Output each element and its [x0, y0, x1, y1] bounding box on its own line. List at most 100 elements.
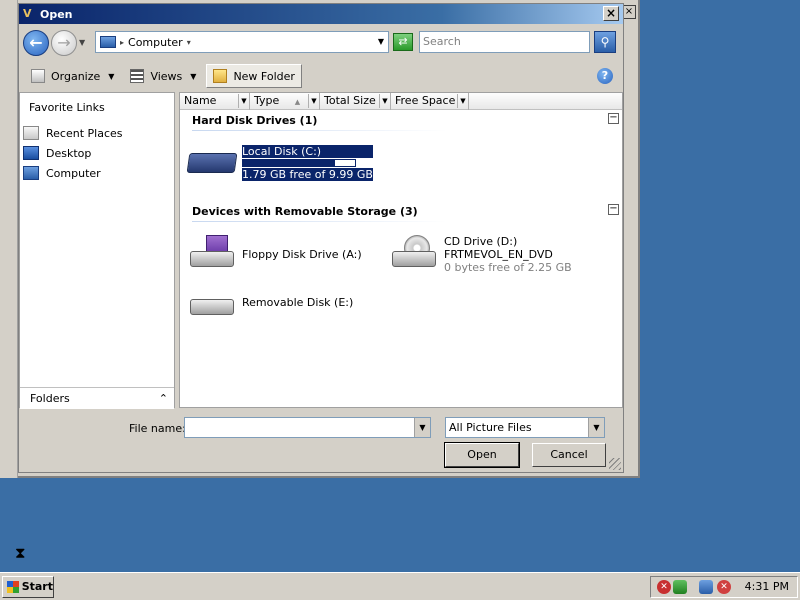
column-header-type[interactable]: Type ▲ ▼ — [250, 93, 320, 110]
folders-toggle[interactable]: Folders ⌃ — [20, 387, 174, 409]
recent-locations-dropdown-icon[interactable]: ▼ — [79, 38, 85, 47]
favorite-link-label: Computer — [46, 166, 101, 180]
drive-details: Local Disk (C:) 1.79 GB free of 9.99 GB — [242, 145, 373, 181]
taskbar: Start ✕ ✕ 4:31 PM — [0, 572, 800, 600]
dialog-title: Open — [40, 7, 73, 21]
column-headers: Name ▼ Type ▲ ▼ Total Size ▼ Free Space … — [180, 93, 622, 110]
chevron-down-icon[interactable]: ▼ — [379, 94, 390, 108]
collapse-icon[interactable]: − — [608, 113, 619, 124]
column-header-free-space[interactable]: Free Space ▼ — [391, 93, 469, 110]
favorite-link-label: Recent Places — [46, 126, 123, 140]
cd-drive-icon — [390, 235, 438, 269]
folder-icon — [213, 69, 228, 83]
floppy-drive-icon — [188, 235, 236, 269]
breadcrumb-dropdown-icon[interactable]: ▾ — [187, 38, 191, 47]
computer-icon — [23, 166, 39, 180]
dialog-titlebar[interactable]: V Open × — [19, 4, 623, 24]
favorite-link-desktop[interactable]: Desktop — [23, 144, 91, 162]
chevron-down-icon: ▼ — [190, 71, 197, 81]
search-icon[interactable]: ⚲ — [594, 31, 616, 53]
address-dropdown-icon[interactable]: ▼ — [378, 37, 384, 46]
drive-name: Local Disk (C:) — [242, 145, 373, 158]
network-icon[interactable] — [699, 580, 713, 594]
resize-grip-icon[interactable] — [609, 458, 621, 470]
group-header-hard-disks[interactable]: Hard Disk Drives (1) — [192, 114, 317, 127]
help-icon[interactable]: ? — [597, 68, 613, 84]
start-button[interactable]: Start — [2, 576, 54, 598]
removable-disk-icon — [188, 289, 236, 323]
address-bar[interactable]: ▸ Computer ▾ ▼ — [95, 31, 389, 53]
views-icon — [130, 69, 145, 83]
favorite-link-computer[interactable]: Computer — [23, 164, 101, 182]
favorite-link-label: Desktop — [46, 146, 92, 160]
new-folder-button[interactable]: New Folder — [206, 64, 302, 88]
views-label: Views — [150, 69, 183, 83]
hard-disk-icon — [186, 145, 238, 179]
breadcrumb-separator-icon[interactable]: ▸ — [120, 38, 124, 47]
background-window-close-button[interactable]: × — [622, 5, 636, 19]
open-button[interactable]: Open — [444, 442, 520, 468]
drive-removable-e[interactable]: Removable Disk (E:) — [188, 289, 353, 323]
folders-label: Folders — [30, 392, 70, 405]
open-dialog: V Open × ← → ▼ ▸ Computer ▾ ▼ ⇄ Search ⚲… — [18, 3, 624, 473]
hourglass-cursor-icon: ⧗ — [15, 544, 26, 562]
drive-volume-label: FRTMEVOL_EN_DVD — [444, 248, 553, 261]
column-header-label: Type — [254, 94, 280, 107]
new-folder-label: New Folder — [233, 69, 295, 83]
drive-name: CD Drive (D:) — [444, 235, 518, 248]
chevron-down-icon[interactable]: ▼ — [457, 94, 468, 108]
file-list: Name ▼ Type ▲ ▼ Total Size ▼ Free Space … — [179, 92, 623, 408]
close-button[interactable]: × — [603, 6, 619, 21]
drive-local-disk-c[interactable]: Local Disk (C:) 1.79 GB free of 9.99 GB — [186, 145, 373, 181]
drive-floppy-a[interactable]: Floppy Disk Drive (A:) — [188, 235, 362, 269]
file-type-select[interactable]: All Picture Files ▼ — [445, 417, 605, 438]
organize-button[interactable]: Organize ▼ — [25, 64, 120, 88]
drive-name: Removable Disk (E:) — [242, 296, 354, 309]
column-header-label: Free Space — [395, 94, 456, 107]
drive-capacity-bar — [242, 159, 356, 167]
clock[interactable]: 4:31 PM — [745, 580, 789, 593]
drive-name: Floppy Disk Drive (A:) — [242, 248, 362, 261]
chevron-down-icon[interactable]: ▼ — [308, 94, 319, 108]
security-alert-icon[interactable]: ✕ — [657, 580, 671, 594]
chevron-down-icon[interactable]: ▼ — [238, 94, 249, 108]
column-header-name[interactable]: Name ▼ — [180, 93, 250, 110]
drive-details: CD Drive (D:) FRTMEVOL_EN_DVD 0 bytes fr… — [444, 235, 572, 274]
chevron-down-icon[interactable]: ▼ — [588, 418, 604, 437]
collapse-icon[interactable]: − — [608, 204, 619, 215]
group-divider — [192, 221, 447, 222]
file-name-label: File name: — [129, 422, 186, 435]
system-tray: ✕ ✕ 4:31 PM — [650, 576, 798, 598]
favorite-link-recent-places[interactable]: Recent Places — [23, 124, 123, 142]
chevron-up-icon: ⌃ — [158, 392, 168, 405]
column-header-label: Name — [184, 94, 217, 107]
recent-places-icon — [23, 126, 39, 140]
address-text[interactable]: Computer — [128, 36, 183, 49]
app-icon: V — [23, 7, 32, 20]
forward-button[interactable]: → — [51, 30, 77, 56]
drive-cd-d[interactable]: CD Drive (D:) FRTMEVOL_EN_DVD 0 bytes fr… — [390, 235, 572, 274]
toolbar: Organize ▼ Views ▼ New Folder ? — [19, 62, 623, 90]
favorite-links-heading: Favorite Links — [29, 101, 105, 114]
file-name-input[interactable]: ▼ — [184, 417, 431, 438]
group-header-removable-storage[interactable]: Devices with Removable Storage (3) — [192, 205, 418, 218]
chevron-down-icon[interactable]: ▼ — [414, 418, 430, 437]
drive-free-space: 0 bytes free of 2.25 GB — [444, 261, 572, 274]
back-button[interactable]: ← — [23, 30, 49, 56]
desktop-icon — [23, 146, 39, 160]
column-header-total-size[interactable]: Total Size ▼ — [320, 93, 391, 110]
windows-logo-icon — [7, 581, 19, 593]
update-icon[interactable] — [673, 580, 687, 594]
chevron-down-icon: ▼ — [108, 71, 115, 81]
volume-muted-icon[interactable]: ✕ — [717, 580, 731, 594]
drive-capacity-fill — [243, 160, 335, 166]
background-window-edge — [0, 0, 18, 478]
sort-ascending-icon: ▲ — [294, 98, 301, 106]
refresh-button[interactable]: ⇄ — [393, 33, 413, 51]
file-type-value: All Picture Files — [449, 421, 532, 434]
group-divider — [192, 130, 447, 131]
views-button[interactable]: Views ▼ — [124, 64, 202, 88]
column-header-label: Total Size — [324, 94, 376, 107]
cancel-button[interactable]: Cancel — [532, 443, 606, 467]
search-input[interactable]: Search — [419, 31, 590, 53]
